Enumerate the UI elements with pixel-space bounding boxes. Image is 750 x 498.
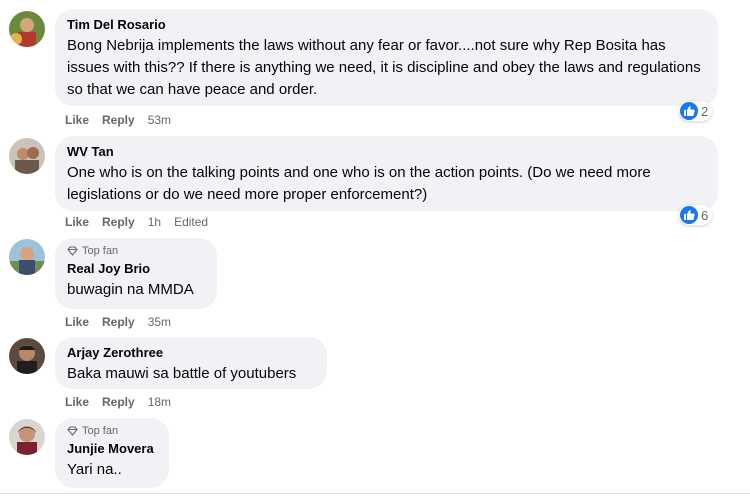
comment-bubble: Top fan Junjie Movera Yari na..: [55, 418, 169, 488]
comment-bubble: Arjay Zerothree Baka mauwi sa battle of …: [55, 337, 327, 389]
comment-actions: Like Reply 18m: [65, 395, 171, 409]
comment-actions: Like Reply 35m: [65, 315, 171, 329]
diamond-icon: [67, 246, 78, 256]
reaction-count: 6: [701, 207, 709, 223]
reply-button[interactable]: Reply: [102, 113, 135, 127]
reply-button[interactable]: Reply: [102, 315, 135, 329]
avatar[interactable]: [9, 138, 45, 174]
comment-timestamp[interactable]: 35m: [148, 315, 171, 329]
comment-author[interactable]: Tim Del Rosario: [67, 16, 706, 33]
like-button[interactable]: Like: [65, 395, 89, 409]
like-button[interactable]: Like: [65, 315, 89, 329]
comment-timestamp[interactable]: 53m: [148, 113, 171, 127]
thumbs-up-icon: [680, 102, 698, 120]
comment-author[interactable]: WV Tan: [67, 143, 706, 160]
comment-text: Yari na..: [67, 461, 122, 478]
comment-author[interactable]: Real Joy Brio: [67, 260, 205, 277]
reply-button[interactable]: Reply: [102, 215, 135, 229]
comment-bubble: WV Tan One who is on the talking points …: [55, 136, 718, 211]
comment-bubble: Top fan Real Joy Brio buwagin na MMDA: [55, 238, 217, 309]
reaction-summary[interactable]: 6: [679, 205, 713, 225]
comment-actions: Like Reply 53m: [65, 113, 171, 127]
divider: [0, 493, 750, 494]
comment-timestamp[interactable]: 1h: [148, 215, 161, 229]
like-button[interactable]: Like: [65, 113, 89, 127]
reaction-count: 2: [701, 103, 709, 119]
like-button[interactable]: Like: [65, 215, 89, 229]
comment-bubble: Tim Del Rosario Bong Nebrija implements …: [55, 9, 718, 106]
avatar[interactable]: [9, 239, 45, 275]
comment-text: Bong Nebrija implements the laws without…: [67, 37, 701, 98]
comment-actions: Like Reply 1h Edited: [65, 215, 208, 229]
comment-author[interactable]: Junjie Movera: [67, 440, 157, 457]
thumbs-up-icon: [680, 206, 698, 224]
edited-label[interactable]: Edited: [174, 215, 208, 229]
comment-text: Baka mauwi sa battle of youtubers: [67, 365, 297, 382]
reaction-summary[interactable]: 2: [679, 101, 713, 121]
avatar[interactable]: [9, 419, 45, 455]
top-fan-badge[interactable]: Top fan: [67, 425, 157, 437]
comment-text: buwagin na MMDA: [67, 281, 194, 298]
comment-author[interactable]: Arjay Zerothree: [67, 344, 315, 361]
top-fan-badge[interactable]: Top fan: [67, 245, 205, 257]
comment-timestamp[interactable]: 18m: [148, 395, 171, 409]
top-fan-label: Top fan: [82, 425, 119, 437]
comment-text: One who is on the talking points and one…: [67, 164, 651, 203]
avatar[interactable]: [9, 11, 45, 47]
avatar[interactable]: [9, 338, 45, 374]
reply-button[interactable]: Reply: [102, 395, 135, 409]
top-fan-label: Top fan: [82, 245, 119, 257]
diamond-icon: [67, 426, 78, 436]
